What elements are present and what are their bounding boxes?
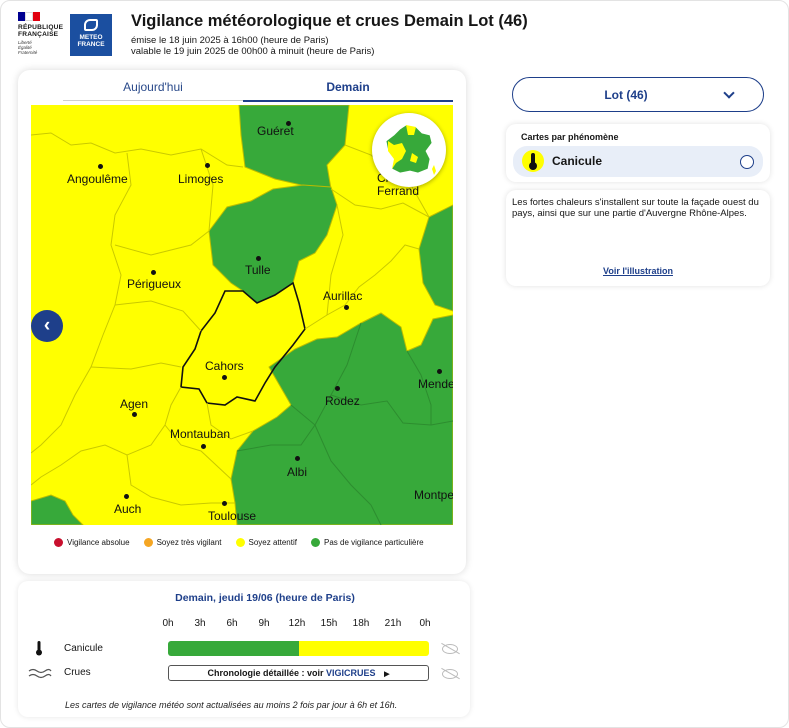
city-dot [151, 270, 156, 275]
legend-item: Soyez très vigilant [143, 538, 222, 547]
city-label: Aurillac [323, 289, 363, 303]
city-label: Toulouse [208, 509, 257, 523]
phenomenon-label: Canicule [552, 154, 603, 168]
vigicrues-button[interactable]: Chronologie détaillée : voir VIGICRUES ▶ [168, 665, 429, 681]
hide-eye-icon[interactable] [442, 644, 458, 654]
city-dot [256, 256, 261, 261]
page-title: Vigilance météorologique et crues Demain… [131, 12, 528, 30]
phenomena-heading: Cartes par phénomène [521, 132, 619, 142]
republique-francaise-logo: RÉPUBLIQUE FRANÇAISE Liberté Égalité Frate… [18, 12, 68, 55]
city-label: Cahors [205, 359, 244, 373]
timeline-row-label: Canicule [64, 643, 103, 654]
legend-swatch [143, 538, 153, 547]
city-label: Guéret [257, 124, 294, 138]
description-text: Les fortes chaleurs s'installent sur tou… [512, 197, 759, 219]
legend-swatch [310, 538, 320, 547]
city-label: Limoges [178, 172, 224, 186]
city-dot [437, 369, 442, 374]
hour-label: 0h [162, 618, 174, 629]
tab-today[interactable]: Aujourd'hui [63, 80, 243, 101]
hour-label: 6h [226, 618, 238, 629]
flag-icon [18, 12, 41, 21]
vigilance-map[interactable]: Guéret Angoulême Limoges Clermont- Ferra… [31, 105, 453, 525]
legend-label: Soyez attentif [248, 538, 297, 547]
city-label: Montpe [414, 488, 453, 502]
meteo-france-mark-icon [84, 19, 98, 31]
legend-swatch [54, 538, 63, 547]
thermometer-icon [522, 150, 544, 172]
update-footnote: Les cartes de vigilance météo sont actua… [65, 700, 398, 710]
legend-label: Pas de vigilance particulière [323, 538, 424, 547]
city-label: Angoulême [67, 172, 128, 186]
hour-label: 21h [384, 618, 402, 629]
phenomena-card: Cartes par phénomène Canicule [506, 124, 770, 182]
map-card: Aujourd'hui Demain Guéret Angoulême Limo… [18, 70, 466, 574]
city-dot [344, 305, 349, 310]
city-label: Mende [418, 377, 453, 391]
hour-label: 18h [352, 618, 370, 629]
france-map-icon [385, 124, 436, 175]
logo-line-2: FRANCE [77, 41, 105, 48]
city-dot [132, 412, 137, 417]
phenomenon-option-canicule[interactable]: Canicule [513, 146, 763, 177]
city-label: Montauban [170, 427, 231, 441]
issued-text: émise le 18 juin 2025 à 16h00 (heure de … [131, 35, 329, 46]
city-dot [98, 164, 103, 169]
france-overview-button[interactable] [372, 113, 446, 187]
vigicrues-prefix: Chronologie détaillée : voir [207, 668, 324, 678]
city-dot [205, 163, 210, 168]
city-label: Auch [114, 502, 142, 516]
city-dot [124, 494, 129, 499]
hour-label: 15h [320, 618, 338, 629]
view-illustration-link[interactable]: Voir l'illustration [506, 266, 770, 276]
city-dot [335, 386, 340, 391]
legend-label: Soyez très vigilant [156, 538, 222, 547]
motto-3: Fraternité [18, 50, 38, 55]
hour-label: 0h [419, 618, 431, 629]
timeline-title: Demain, jeudi 19/06 (heure de Paris) [175, 592, 355, 604]
vigicrues-brand: VIGICRUES [326, 668, 376, 678]
city-dot [222, 375, 227, 380]
play-triangle-icon: ▶ [384, 671, 390, 678]
meteo-france-logo: METEO FRANCE [70, 14, 112, 56]
city-label: Périgueux [127, 277, 182, 291]
rf-line-1: RÉPUBLIQUE [18, 24, 64, 31]
validity-text: valable le 19 juin 2025 de 00h00 à minui… [131, 46, 375, 57]
hide-eye-icon[interactable] [442, 669, 458, 679]
city-label: Agen [120, 397, 149, 411]
logo-line-1: METEO [79, 34, 103, 41]
city-label: Albi [287, 465, 308, 479]
waves-icon [28, 668, 52, 679]
legend-item: Pas de vigilance particulière [310, 538, 424, 547]
city-dot [295, 456, 300, 461]
legend-item: Soyez attentif [235, 538, 297, 547]
timeline-row-label: Crues [64, 667, 91, 678]
map-legend: Vigilance absolue Soyez très vigilant So… [54, 538, 424, 547]
hour-label: 12h [288, 618, 306, 629]
city-dot [222, 501, 227, 506]
timeline-segment-green [168, 641, 299, 656]
hour-label: 9h [258, 618, 270, 629]
timeline-segment-yellow [298, 641, 429, 656]
legend-item: Vigilance absolue [54, 538, 130, 547]
department-select[interactable]: Lot (46) [512, 77, 764, 112]
city-label: Tulle [245, 263, 271, 277]
canicule-timeline-bar[interactable] [168, 641, 429, 656]
hour-label: 3h [194, 618, 206, 629]
chevron-left-icon: ‹ [43, 315, 51, 336]
tab-tomorrow[interactable]: Demain [243, 80, 453, 102]
rf-line-2: FRANÇAISE [18, 31, 59, 38]
city-label: Rodez [325, 394, 360, 408]
legend-label: Vigilance absolue [67, 538, 130, 547]
phenomenon-radio[interactable] [740, 155, 754, 169]
thermometer-icon [36, 641, 42, 656]
legend-swatch [235, 538, 245, 547]
department-select-value: Lot (46) [604, 88, 648, 102]
city-dot [201, 444, 206, 449]
description-card: Les fortes chaleurs s'installent sur tou… [506, 190, 770, 286]
previous-map-button[interactable]: ‹ [31, 310, 63, 342]
